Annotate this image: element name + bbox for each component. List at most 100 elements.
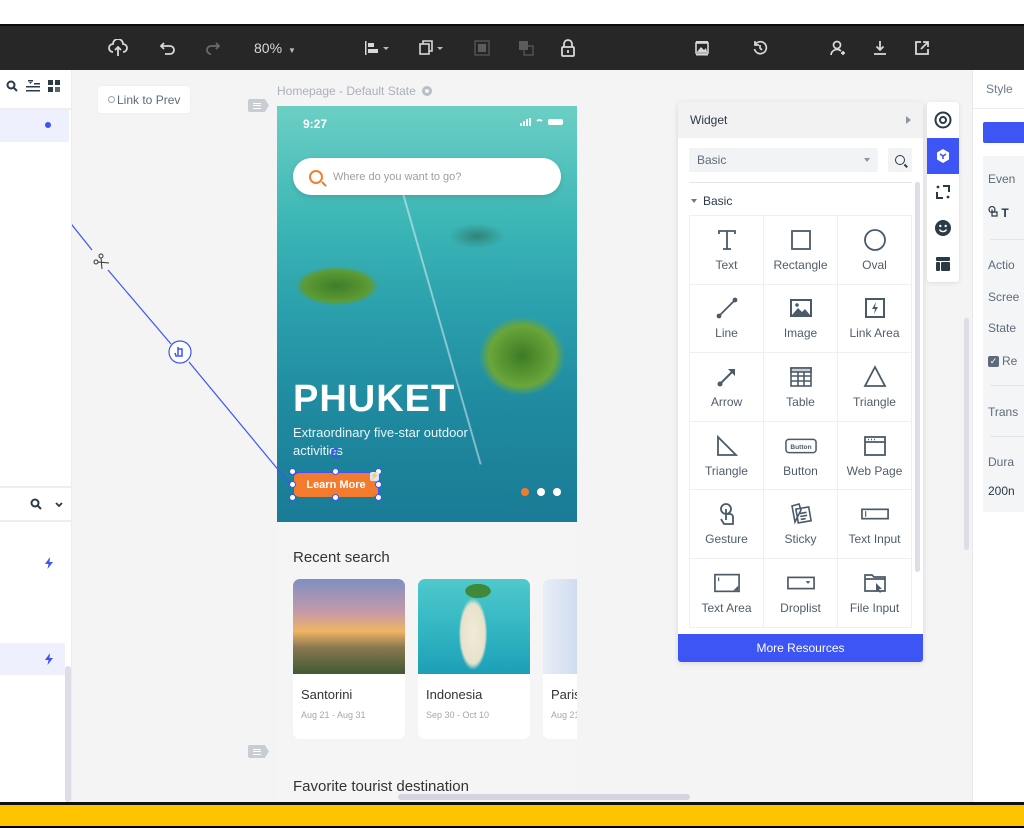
tab-style[interactable]: Style xyxy=(986,82,1013,96)
download-icon[interactable] xyxy=(868,36,892,60)
carousel-dot[interactable] xyxy=(553,488,561,496)
widget-label: Line xyxy=(715,326,738,341)
resize-handle[interactable] xyxy=(332,468,339,475)
share-icon[interactable] xyxy=(910,36,934,60)
widget-box-icon[interactable] xyxy=(927,138,959,174)
widget-label: Button xyxy=(783,463,818,478)
widget-button[interactable]: Button Button xyxy=(764,421,838,491)
widget-right-triangle[interactable]: Triangle xyxy=(690,421,764,491)
state-label: State xyxy=(988,321,1017,335)
widget-oval[interactable]: Oval xyxy=(838,216,912,285)
recent-card[interactable]: Indonesia Sep 30 - Oct 10 xyxy=(418,579,530,739)
phone-artboard[interactable]: 9:27 Where do you want to go? PHUKET Ext… xyxy=(277,106,577,802)
page-note-tag-icon[interactable] xyxy=(248,99,269,112)
page-list-item-selected[interactable] xyxy=(0,110,69,142)
redo-icon[interactable] xyxy=(200,36,224,60)
group-icon[interactable] xyxy=(470,36,494,60)
align-icon[interactable] xyxy=(362,36,394,60)
carousel-dot[interactable] xyxy=(521,488,529,496)
widget-search-button[interactable] xyxy=(888,148,912,172)
widget-rectangle[interactable]: Rectangle xyxy=(764,216,838,285)
target-icon[interactable] xyxy=(927,102,959,138)
widget-droplist[interactable]: Droplist xyxy=(764,558,838,628)
resize-handle[interactable] xyxy=(375,494,382,501)
widget-category-basic[interactable]: Basic xyxy=(691,194,732,208)
widget-label: Rectangle xyxy=(773,257,828,272)
chevron-down-icon[interactable] xyxy=(54,498,64,513)
zoom-select[interactable]: 80% ▼ xyxy=(254,40,296,56)
add-user-icon[interactable] xyxy=(826,36,850,60)
layout-icon[interactable] xyxy=(927,246,959,282)
widget-image[interactable]: Image xyxy=(764,284,838,354)
gear-icon[interactable] xyxy=(421,86,432,96)
reset-checkbox-row[interactable]: ✓ Re xyxy=(988,354,1017,368)
widget-line[interactable]: Line xyxy=(690,284,764,354)
resize-handle[interactable] xyxy=(289,481,296,488)
more-resources-button[interactable]: More Resources xyxy=(678,634,923,662)
triangle-icon xyxy=(863,365,886,387)
widget-label: Gesture xyxy=(705,532,748,547)
widget-gesture[interactable]: Gesture xyxy=(690,490,764,559)
sort-icon[interactable] xyxy=(26,80,40,95)
resize-handle[interactable] xyxy=(332,494,339,501)
interaction-bolt-icon[interactable]: ⚡ xyxy=(370,472,379,481)
interaction-bolt-icon[interactable] xyxy=(45,556,53,572)
trigger-row[interactable]: T xyxy=(988,205,1009,220)
widget-web-page[interactable]: Web Page xyxy=(838,421,912,491)
interaction-bolt-icon[interactable] xyxy=(45,652,53,668)
recent-card[interactable]: Paris Aug 21 xyxy=(543,579,577,739)
card-name: Santorini xyxy=(301,687,353,702)
frame-icon[interactable] xyxy=(927,174,959,210)
scissors-icon[interactable] xyxy=(93,253,110,270)
destination-search-input[interactable]: Where do you want to go? xyxy=(293,158,561,195)
resize-handle[interactable] xyxy=(289,494,296,501)
collapse-arrow-icon[interactable] xyxy=(906,116,911,124)
undo-icon[interactable] xyxy=(156,36,180,60)
carousel-dot[interactable] xyxy=(537,488,545,496)
image-preview-icon[interactable] xyxy=(690,36,714,60)
widget-text-area[interactable]: Text Area xyxy=(690,558,764,628)
widget-triangle[interactable]: Triangle xyxy=(838,353,912,422)
arrange-icon[interactable] xyxy=(416,36,448,60)
checkbox-checked-icon[interactable]: ✓ xyxy=(988,356,999,368)
signal-icon xyxy=(520,118,531,126)
emoji-icon[interactable] xyxy=(927,210,959,246)
resize-handle[interactable] xyxy=(375,481,382,488)
top-toolbar: 80% ▼ xyxy=(0,24,1024,70)
tap-trigger-icon[interactable] xyxy=(168,340,192,364)
history-icon[interactable] xyxy=(748,36,772,60)
widget-text-input[interactable]: Text Input xyxy=(838,490,912,559)
interactions-header xyxy=(30,498,64,513)
grid-icon[interactable] xyxy=(48,80,60,95)
widget-panel-scrollbar[interactable] xyxy=(915,182,920,572)
widget-label: Droplist xyxy=(780,600,821,615)
widget-panel-header[interactable]: Widget xyxy=(678,102,923,138)
link-to-prev-button[interactable]: Link to Prev xyxy=(98,86,191,113)
canvas-horizontal-scrollbar[interactable] xyxy=(398,794,690,800)
widget-table[interactable]: Table xyxy=(764,353,838,422)
widget-arrow[interactable]: Arrow xyxy=(690,353,764,422)
widget-sticky[interactable]: Sticky xyxy=(764,490,838,559)
search-icon[interactable] xyxy=(30,498,42,513)
ungroup-icon[interactable] xyxy=(514,36,538,60)
primary-action-button[interactable] xyxy=(983,122,1024,143)
caret-down-icon xyxy=(691,199,697,203)
search-icon[interactable] xyxy=(6,80,18,95)
page-note-tag-icon[interactable] xyxy=(248,745,269,758)
design-canvas[interactable]: Link to Prev Homepage - Default State 9:… xyxy=(72,70,972,802)
resize-handle[interactable] xyxy=(289,468,296,475)
left-panel-scrollbar[interactable] xyxy=(65,666,71,802)
interaction-row-selected[interactable] xyxy=(0,643,65,675)
recent-card[interactable]: Santorini Aug 21 - Aug 31 xyxy=(293,579,405,739)
duration-value[interactable]: 200n xyxy=(988,484,1015,498)
cloud-upload-icon[interactable] xyxy=(106,36,130,60)
inspector-panel: Style Even T Actio Scree State ✓ Re Trans… xyxy=(972,70,1024,802)
status-icons xyxy=(520,118,563,126)
widget-file-input[interactable]: File Input xyxy=(838,558,912,628)
lock-icon[interactable] xyxy=(556,36,580,60)
canvas-vertical-scrollbar[interactable] xyxy=(964,318,969,550)
widget-library-select[interactable]: Basic xyxy=(689,148,878,172)
widget-text[interactable]: Text xyxy=(690,216,764,285)
widget-link-area[interactable]: Link Area xyxy=(838,284,912,354)
rotate-handle-icon[interactable] xyxy=(331,448,341,458)
